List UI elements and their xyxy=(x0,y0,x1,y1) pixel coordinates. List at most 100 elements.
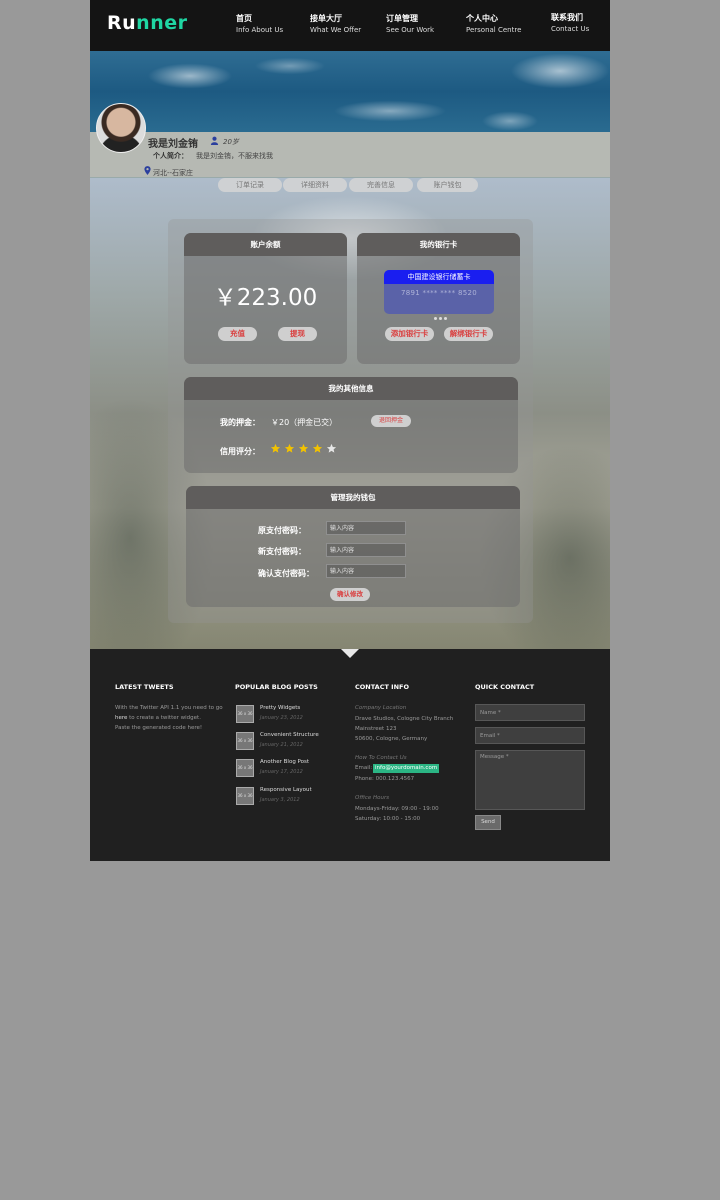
nav-label-en: See Our Work xyxy=(386,26,435,34)
tweet-line1: With the Twitter API 1.1 you need to go xyxy=(115,705,223,711)
confirm-password-input[interactable] xyxy=(326,564,406,578)
nav-label-cn: 接单大厅 xyxy=(310,14,342,23)
blog-post-title[interactable]: Pretty Widgets xyxy=(260,705,300,711)
credit-label: 信用评分： xyxy=(220,447,260,456)
balance-value: ￥223.00 xyxy=(213,285,318,311)
blog-thumb[interactable]: 36 x 36 xyxy=(236,759,254,777)
logo-part1: Ru xyxy=(107,12,137,34)
bank-card-name: 中国建设银行储蓄卡 xyxy=(384,270,494,284)
confirm-password-label: 确认支付密码： xyxy=(258,569,314,578)
tab-details[interactable]: 详细资料 xyxy=(283,178,347,192)
blog-thumb[interactable]: 36 x 36 xyxy=(236,787,254,805)
blog-post-title[interactable]: Responsive Layout xyxy=(260,787,312,793)
add-bank-card-button[interactable]: 添加银行卡 xyxy=(385,327,434,341)
other-info-title: 我的其他信息 xyxy=(184,377,518,400)
new-password-input[interactable] xyxy=(326,543,406,557)
tab-order-records[interactable]: 订单记录 xyxy=(218,178,282,192)
footer-contact-title: CONTACT INFO xyxy=(355,683,409,691)
star-icon[interactable] xyxy=(312,443,323,454)
tweet-line2: here to create a twitter widget. xyxy=(115,713,201,723)
star-icon[interactable] xyxy=(298,443,309,454)
quick-name-input[interactable] xyxy=(475,704,585,721)
tab-wallet[interactable]: 账户钱包 xyxy=(417,178,478,192)
office-hours-1: Mondays-Friday: 09:00 - 19:00 xyxy=(355,806,439,812)
nav-label-en: Contact Us xyxy=(551,25,590,33)
quick-message-input[interactable] xyxy=(475,750,585,810)
carousel-dot[interactable] xyxy=(434,317,437,320)
contact-address-2: Mainstreet 123 xyxy=(355,726,397,732)
bank-card-panel-title: 我的银行卡 xyxy=(357,233,520,256)
carousel-dot[interactable] xyxy=(444,317,447,320)
contact-email-prefix: Email: xyxy=(355,765,373,771)
blog-post-date: January 3, 2012 xyxy=(260,797,300,803)
balance-card: 账户余额 ￥223.00 充值 提现 xyxy=(184,233,347,364)
wallet-title: 管理我的钱包 xyxy=(186,486,520,509)
withdraw-button[interactable]: 提现 xyxy=(278,327,317,341)
unbind-bank-card-button[interactable]: 解绑银行卡 xyxy=(444,327,493,341)
profile-age: 20岁 xyxy=(223,138,239,146)
bank-card[interactable]: 中国建设银行储蓄卡 7891 **** **** 8520 xyxy=(384,270,494,314)
logo[interactable]: Runner xyxy=(107,12,187,34)
tab-complete-info[interactable]: 完善信息 xyxy=(349,178,413,192)
nav-label-cn: 首页 xyxy=(236,14,252,23)
blog-post-title[interactable]: Convenient Structure xyxy=(260,732,319,738)
old-password-input[interactable] xyxy=(326,521,406,535)
blog-thumb[interactable]: 36 x 36 xyxy=(236,732,254,750)
nav-label-en: What We Offer xyxy=(310,26,362,34)
old-password-label: 原支付密码： xyxy=(258,526,306,535)
nav-label-cn: 联系我们 xyxy=(551,13,583,22)
nav-label-cn: 订单管理 xyxy=(386,14,418,23)
footer-quick-title: QUICK CONTACT xyxy=(475,683,535,691)
office-hours-label: Office Hours xyxy=(355,795,390,801)
contact-address-3: 50600, Cologne, Germany xyxy=(355,736,428,742)
nav-label-en: Personal Centre xyxy=(466,26,522,34)
nav-item-personal[interactable]: 个人中心 Personal Centre xyxy=(466,13,521,37)
page: Runner 首页 Info About Us 接单大厅 What We Off… xyxy=(90,0,610,861)
footer-arrow-icon xyxy=(341,649,359,658)
nav-item-order-manage[interactable]: 订单管理 See Our Work xyxy=(386,13,434,37)
blog-post-title[interactable]: Another Blog Post xyxy=(260,759,309,765)
blog-post-date: January 17, 2012 xyxy=(260,769,303,775)
header: Runner 首页 Info About Us 接单大厅 What We Off… xyxy=(90,0,610,51)
user-icon xyxy=(210,136,219,145)
profile-name: 我是刘金铕 xyxy=(148,139,198,150)
tweet-line2-text: to create a twitter widget. xyxy=(127,715,201,721)
balance-card-title: 账户余额 xyxy=(184,233,347,256)
new-password-label: 新支付密码： xyxy=(258,547,306,556)
logo-part2: nner xyxy=(136,12,188,34)
intro-text: 我是刘金铕，不服来找我 xyxy=(196,152,273,160)
office-hours-2: Saturday: 10:00 - 15:00 xyxy=(355,816,421,822)
banner-image xyxy=(90,51,610,132)
bank-card-number: 7891 **** **** 8520 xyxy=(400,289,477,297)
deposit-value: ￥20（押金已交） xyxy=(271,418,338,427)
star-icon[interactable] xyxy=(270,443,281,454)
star-icon[interactable] xyxy=(326,443,337,454)
contact-address-1: Drave Studios, Cologne City Branch xyxy=(355,716,454,722)
nav-item-home[interactable]: 首页 Info About Us xyxy=(236,13,283,37)
carousel-dot[interactable] xyxy=(439,317,442,320)
blog-post-date: January 23, 2012 xyxy=(260,715,303,721)
blog-post-date: January 21, 2012 xyxy=(260,742,303,748)
confirm-change-button[interactable]: 确认修改 xyxy=(330,588,370,601)
contact-phone: Phone: 000.123.4567 xyxy=(355,776,415,782)
deposit-label: 我的押金： xyxy=(220,418,260,427)
nav-item-order-hall[interactable]: 接单大厅 What We Offer xyxy=(310,13,361,37)
quick-email-input[interactable] xyxy=(475,727,585,744)
intro-label: 个人简介： xyxy=(153,152,188,160)
location-pin-icon xyxy=(144,166,151,175)
footer-tweets-title: LATEST TWEETS xyxy=(115,683,174,691)
avatar xyxy=(96,103,146,153)
contact-how-label: How To Contact Us xyxy=(355,755,407,761)
recharge-button[interactable]: 充值 xyxy=(218,327,257,341)
nav-item-contact[interactable]: 联系我们 Contact Us xyxy=(551,12,589,36)
nav-label-en: Info About Us xyxy=(236,26,284,34)
footer-blog-title: POPULAR BLOG POSTS xyxy=(235,683,318,691)
refund-deposit-button[interactable]: 退回押金 xyxy=(371,415,411,427)
tweet-link[interactable]: here xyxy=(115,715,127,721)
star-icon[interactable] xyxy=(284,443,295,454)
bank-card-panel: 我的银行卡 中国建设银行储蓄卡 7891 **** **** 8520 添加银行… xyxy=(357,233,520,364)
blog-thumb[interactable]: 36 x 36 xyxy=(236,705,254,723)
send-button[interactable]: Send xyxy=(475,815,501,830)
profile-location: 河北--石家庄 xyxy=(153,169,194,177)
contact-email-link[interactable]: info@yourdomain.com xyxy=(373,764,440,773)
